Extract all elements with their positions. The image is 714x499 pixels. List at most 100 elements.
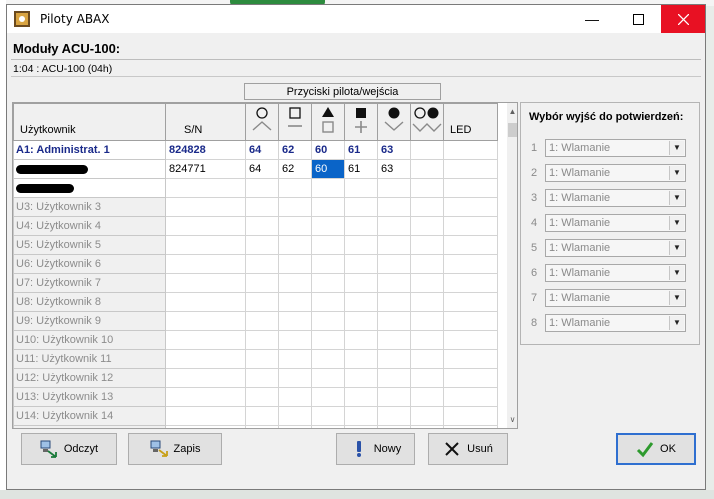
user-cell[interactable]: U11: Użytkownik 11 bbox=[13, 349, 166, 369]
table-row[interactable]: U13: Użytkownik 13 bbox=[13, 387, 498, 407]
key-cell[interactable] bbox=[278, 178, 312, 198]
key-cell[interactable] bbox=[311, 273, 345, 293]
key-cell[interactable] bbox=[377, 254, 411, 274]
key-cell[interactable]: 61 bbox=[344, 140, 378, 160]
user-cell[interactable] bbox=[13, 178, 166, 198]
output-select[interactable]: 1: Wlamanie ▼ bbox=[545, 139, 686, 157]
key-cell[interactable] bbox=[344, 406, 378, 426]
user-cell[interactable]: A1: Administrat. 1 bbox=[13, 140, 166, 160]
table-row[interactable]: A1: Administrat. 1 824828 64 62 60 61 63 bbox=[13, 140, 498, 160]
col-header-key4[interactable] bbox=[344, 103, 378, 141]
key-cell[interactable]: 64 bbox=[245, 159, 279, 179]
dropdown-arrow-icon[interactable]: ▼ bbox=[669, 316, 684, 330]
output-select[interactable]: 1: Wlamanie ▼ bbox=[545, 264, 686, 282]
sn-cell[interactable] bbox=[165, 387, 246, 407]
key-cell[interactable] bbox=[344, 349, 378, 369]
vertical-scrollbar[interactable]: ▲ ∨ bbox=[507, 103, 517, 428]
key-cell[interactable] bbox=[410, 216, 444, 236]
output-select[interactable]: 1: Wlamanie ▼ bbox=[545, 239, 686, 257]
key-cell[interactable] bbox=[278, 292, 312, 312]
key-cell[interactable] bbox=[311, 349, 345, 369]
key-cell[interactable] bbox=[278, 197, 312, 217]
key-cell[interactable] bbox=[377, 292, 411, 312]
led-cell[interactable] bbox=[443, 406, 498, 426]
key-cell[interactable] bbox=[410, 235, 444, 255]
led-cell[interactable] bbox=[443, 330, 498, 350]
key-cell[interactable] bbox=[344, 330, 378, 350]
user-cell[interactable]: U14: Użytkownik 14 bbox=[13, 406, 166, 426]
table-row[interactable]: U11: Użytkownik 11 bbox=[13, 349, 498, 369]
key-cell[interactable] bbox=[311, 216, 345, 236]
key-cell[interactable] bbox=[311, 311, 345, 331]
key-cell[interactable] bbox=[377, 425, 411, 428]
key-cell[interactable] bbox=[377, 387, 411, 407]
key-cell[interactable] bbox=[410, 140, 444, 160]
table-row[interactable] bbox=[13, 178, 498, 198]
key-cell[interactable] bbox=[245, 311, 279, 331]
led-cell[interactable] bbox=[443, 349, 498, 369]
key-cell[interactable] bbox=[278, 368, 312, 388]
dropdown-arrow-icon[interactable]: ▼ bbox=[669, 166, 684, 180]
table-row[interactable]: U15: Użytkownik 15 bbox=[13, 425, 498, 428]
key-cell[interactable] bbox=[311, 368, 345, 388]
table-row[interactable]: U9: Użytkownik 9 bbox=[13, 311, 498, 331]
output-select[interactable]: 1: Wlamanie ▼ bbox=[545, 164, 686, 182]
key-cell[interactable] bbox=[311, 330, 345, 350]
key-cell[interactable] bbox=[344, 273, 378, 293]
output-select[interactable]: 1: Wlamanie ▼ bbox=[545, 289, 686, 307]
table-row[interactable]: U4: Użytkownik 4 bbox=[13, 216, 498, 236]
key-cell[interactable] bbox=[377, 273, 411, 293]
user-cell[interactable]: U5: Użytkownik 5 bbox=[13, 235, 166, 255]
col-header-key3[interactable] bbox=[311, 103, 345, 141]
key-cell[interactable] bbox=[410, 273, 444, 293]
key-cell[interactable]: 63 bbox=[377, 140, 411, 160]
col-header-key2[interactable] bbox=[278, 103, 312, 141]
key-cell[interactable] bbox=[344, 425, 378, 428]
key-cell[interactable] bbox=[245, 273, 279, 293]
key-cell[interactable] bbox=[311, 197, 345, 217]
led-cell[interactable] bbox=[443, 159, 498, 179]
sn-cell[interactable] bbox=[165, 311, 246, 331]
table-row[interactable]: U12: Użytkownik 12 bbox=[13, 368, 498, 388]
key-cell[interactable] bbox=[344, 216, 378, 236]
key-cell[interactable] bbox=[377, 349, 411, 369]
col-header-sn[interactable]: S/N bbox=[165, 103, 246, 141]
user-cell[interactable]: U12: Użytkownik 12 bbox=[13, 368, 166, 388]
key-cell[interactable] bbox=[245, 368, 279, 388]
sn-cell[interactable] bbox=[165, 425, 246, 428]
table-row[interactable]: U6: Użytkownik 6 bbox=[13, 254, 498, 274]
col-header-user[interactable]: Użytkownik bbox=[13, 103, 166, 141]
key-cell[interactable] bbox=[278, 235, 312, 255]
key-cell[interactable] bbox=[344, 235, 378, 255]
dropdown-arrow-icon[interactable]: ▼ bbox=[669, 241, 684, 255]
table-row[interactable]: U8: Użytkownik 8 bbox=[13, 292, 498, 312]
user-cell[interactable]: U9: Użytkownik 9 bbox=[13, 311, 166, 331]
user-cell[interactable]: U7: Użytkownik 7 bbox=[13, 273, 166, 293]
user-cell[interactable]: U8: Użytkownik 8 bbox=[13, 292, 166, 312]
key-cell[interactable] bbox=[410, 292, 444, 312]
key-cell[interactable] bbox=[311, 292, 345, 312]
minimize-button[interactable]: — bbox=[569, 5, 615, 33]
key-cell[interactable] bbox=[311, 178, 345, 198]
close-button[interactable] bbox=[661, 5, 705, 33]
led-cell[interactable] bbox=[443, 178, 498, 198]
key-cell[interactable] bbox=[245, 197, 279, 217]
users-grid[interactable]: Użytkownik S/N LED A1: Administrat. 1 82… bbox=[12, 102, 518, 429]
led-cell[interactable] bbox=[443, 387, 498, 407]
key-cell[interactable] bbox=[278, 273, 312, 293]
table-row[interactable]: U7: Użytkownik 7 bbox=[13, 273, 498, 293]
key-cell[interactable] bbox=[377, 406, 411, 426]
key-cell[interactable] bbox=[410, 330, 444, 350]
sn-cell[interactable] bbox=[165, 349, 246, 369]
user-cell[interactable]: U15: Użytkownik 15 bbox=[13, 425, 166, 428]
key-cell[interactable] bbox=[245, 387, 279, 407]
key-cell[interactable] bbox=[278, 330, 312, 350]
key-cell[interactable] bbox=[311, 425, 345, 428]
key-cell[interactable] bbox=[377, 178, 411, 198]
sn-cell[interactable] bbox=[165, 254, 246, 274]
key-cell[interactable] bbox=[344, 387, 378, 407]
key-cell[interactable] bbox=[377, 368, 411, 388]
key-cell[interactable] bbox=[410, 197, 444, 217]
col-header-key5[interactable] bbox=[377, 103, 411, 141]
output-select[interactable]: 1: Wlamanie ▼ bbox=[545, 214, 686, 232]
